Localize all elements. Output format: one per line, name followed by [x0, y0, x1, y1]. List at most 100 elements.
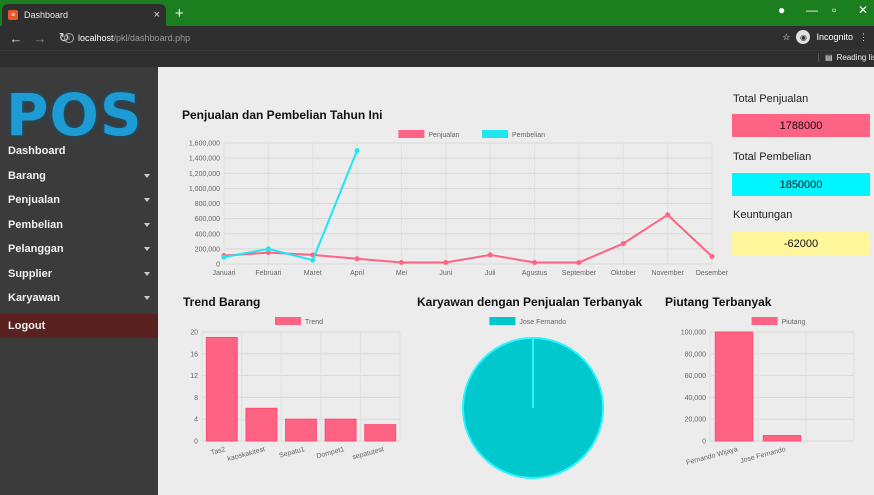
- legend-label: Jose Fernando: [519, 319, 566, 326]
- x-tick-label: Sepatu1: [279, 446, 306, 460]
- chart-title-piutang: Piutang Terbanyak: [665, 295, 772, 309]
- browser-tab[interactable]: ≡ Dashboard ×: [2, 4, 166, 26]
- sidebar-item-pembelian[interactable]: Pembelian: [0, 213, 158, 238]
- data-point-pembelian: [221, 254, 227, 260]
- reading-list-button[interactable]: ▤ Reading lis: [818, 53, 874, 62]
- y-tick-label: 40,000: [685, 395, 707, 402]
- x-tick-label: Maret: [304, 270, 322, 277]
- y-tick-label: 1,200,000: [189, 171, 220, 178]
- chevron-down-icon: [144, 271, 150, 276]
- bar: [364, 424, 397, 442]
- x-tick-label: Februari: [255, 270, 282, 277]
- sidebar-item-supplier[interactable]: Supplier: [0, 262, 158, 287]
- y-tick-label: 4: [194, 417, 198, 424]
- data-point-penjualan: [576, 259, 582, 265]
- close-window-icon[interactable]: ✕: [858, 3, 868, 17]
- x-tick-label: Dompet1: [316, 446, 345, 460]
- sidebar-item-karyawan[interactable]: Karyawan: [0, 286, 158, 311]
- tab-close-icon[interactable]: ×: [154, 9, 160, 21]
- sidebar-item-label: Dashboard: [8, 145, 66, 158]
- sidebar-item-dashboard[interactable]: Dashboard: [0, 139, 158, 164]
- total-penjualan-label: Total Penjualan: [733, 93, 809, 105]
- y-tick-label: 200,000: [195, 246, 220, 253]
- x-tick-label: Agustus: [522, 270, 548, 277]
- x-tick-label: April: [350, 270, 364, 277]
- site-info-icon[interactable]: i: [64, 33, 74, 43]
- legend-swatch: [489, 317, 516, 325]
- sidebar-item-label: Pelanggan: [8, 243, 64, 256]
- browser-toolbar: ← → ↻ i localhost/pkl/dashboard.php ☆ ◉ …: [0, 26, 874, 50]
- chevron-down-icon: [144, 247, 150, 252]
- x-tick-label: sepatutest: [352, 446, 385, 461]
- logout-button[interactable]: Logout: [0, 313, 158, 338]
- legend-swatch: [751, 317, 778, 325]
- main-content: Penjualan dan Pembelian Tahun Ini Penjua…: [158, 67, 874, 495]
- sidebar-item-label: Pembelian: [8, 218, 64, 231]
- new-tab-button[interactable]: +: [175, 5, 184, 22]
- x-tick-label: kaoskakitest: [227, 446, 266, 463]
- reading-list-label: Reading lis: [836, 53, 874, 62]
- x-tick-label: September: [562, 270, 597, 277]
- x-tick-label: Juni: [439, 270, 452, 277]
- chart-title-penjualan-pembelian: Penjualan dan Pembelian Tahun Ini: [182, 108, 383, 122]
- x-tick-label: Mei: [396, 270, 408, 277]
- bookmark-star-icon[interactable]: ☆: [782, 32, 790, 43]
- maximize-icon[interactable]: ▫: [832, 3, 836, 17]
- chevron-down-icon: [144, 198, 150, 203]
- bar: [205, 336, 238, 442]
- y-tick-label: 16: [190, 351, 198, 358]
- y-tick-label: 12: [190, 373, 198, 380]
- extension-icon[interactable]: ●: [778, 3, 785, 17]
- sidebar-item-penjualan[interactable]: Penjualan: [0, 188, 158, 213]
- data-point-penjualan: [620, 241, 626, 247]
- url-host: localhost: [78, 33, 114, 43]
- sidebar-menu: Dashboard Barang Penjualan Pembelian Pelangg…: [0, 139, 158, 338]
- data-point-penjualan: [443, 259, 449, 265]
- forward-icon[interactable]: →: [32, 31, 48, 46]
- x-tick-label: Tas2: [210, 446, 226, 457]
- y-tick-label: 1,400,000: [189, 156, 220, 163]
- bar: [714, 331, 754, 442]
- keuntungan-value: -62000: [732, 232, 870, 255]
- data-point-penjualan: [532, 259, 538, 265]
- total-penjualan-value: 1788000: [732, 114, 870, 137]
- legend-label: Trend: [305, 319, 323, 326]
- address-bar[interactable]: i localhost/pkl/dashboard.php: [64, 29, 764, 47]
- y-tick-label: 20: [190, 330, 198, 337]
- chart-title-karyawan: Karyawan dengan Penjualan Terbanyak: [417, 295, 643, 309]
- sidebar-item-barang[interactable]: Barang: [0, 164, 158, 189]
- incognito-label: Incognito: [816, 32, 853, 42]
- menu-icon[interactable]: ⋮: [859, 32, 868, 43]
- x-tick-label: Januari: [213, 270, 236, 277]
- y-tick-label: 400,000: [195, 231, 220, 238]
- y-tick-label: 0: [216, 262, 220, 269]
- total-pembelian-value: 1850000: [732, 173, 870, 196]
- legend-swatch: [482, 130, 508, 138]
- y-tick-label: 8: [194, 395, 198, 402]
- favicon-icon: ≡: [8, 10, 18, 20]
- chevron-down-icon: [144, 222, 150, 227]
- incognito-icon[interactable]: ◉: [796, 30, 811, 44]
- reading-list-icon: ▤: [825, 53, 833, 62]
- legend-swatch: [275, 317, 301, 325]
- x-tick-label: Fernando Wijaya: [686, 446, 739, 466]
- bookmarks-bar: ▤ Reading lis: [0, 50, 874, 67]
- bar: [324, 418, 357, 442]
- legend-label: Piutang: [782, 319, 806, 326]
- minimize-icon[interactable]: —: [806, 3, 818, 17]
- sidebar: POS Dashboard Barang Penjualan Pembelian Pel…: [0, 67, 158, 495]
- x-tick-label: Juli: [485, 270, 496, 277]
- sidebar-item-pelanggan[interactable]: Pelanggan: [0, 237, 158, 262]
- legend-swatch: [398, 130, 425, 138]
- back-icon[interactable]: ←: [8, 31, 24, 46]
- piutang-chart: Piutang 0 20,000 40,000 60,000 80,000 100,000 F…: [681, 317, 855, 467]
- line-chart: Penjualan Pembelian 0 200,000 400,000 600,000…: [189, 130, 729, 277]
- y-tick-label: 60,000: [685, 373, 707, 380]
- x-tick-label: Oktober: [611, 270, 637, 277]
- y-tick-label: 0: [194, 439, 198, 446]
- data-point-penjualan: [398, 259, 404, 265]
- browser-tabbar: ≡ Dashboard × + ● — ▫ ✕: [0, 0, 874, 26]
- karyawan-pie-chart: Jose Fernando: [462, 317, 604, 479]
- y-tick-label: 1,600,000: [189, 141, 220, 148]
- y-tick-label: 800,000: [195, 201, 220, 208]
